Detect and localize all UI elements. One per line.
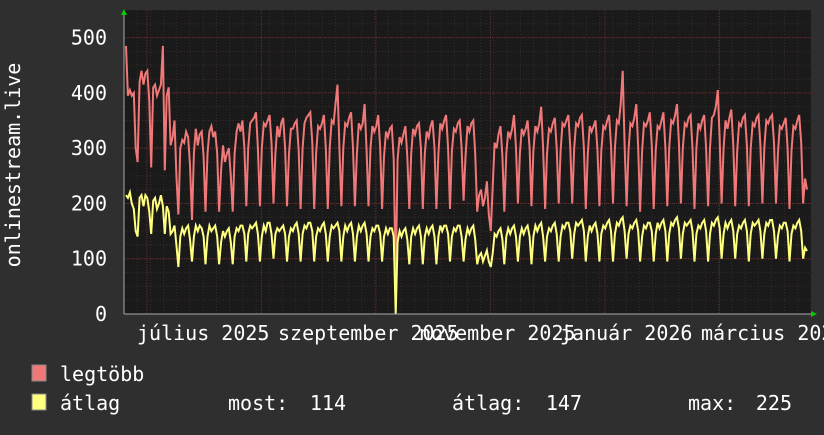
stat-max-value: 225 <box>756 391 792 415</box>
y-tick-label: 200 <box>71 191 107 215</box>
legend-label-max: legtöbb <box>60 362 144 386</box>
stat-avg-label: átlag: <box>452 391 524 415</box>
legend-swatch-max <box>31 364 47 382</box>
y-tick-label: 500 <box>71 26 107 50</box>
x-tick-label: július 2025 <box>137 321 269 345</box>
stat-most-value: 114 <box>310 391 346 415</box>
stat-avg-value: 147 <box>546 391 582 415</box>
chart-canvas: 0 100 200 300 400 500 július 2025 szeptember 2… <box>0 0 824 430</box>
y-axis-label: onlinestream.live <box>1 63 25 268</box>
x-tick-labels: július 2025 szeptember 2025november 2025j… <box>137 321 824 345</box>
y-tick-label: 100 <box>71 247 107 271</box>
y-tick-label: 0 <box>95 302 107 326</box>
x-tick-label: január 2026 <box>560 321 692 345</box>
stat-max-label: max: <box>688 391 736 415</box>
stat-most-label: most: <box>228 391 288 415</box>
y-tick-label: 400 <box>71 81 107 105</box>
y-tick-label: 300 <box>71 136 107 160</box>
x-tick-label: március 2026 <box>701 321 824 345</box>
x-tick-label: november 2025 <box>419 321 576 345</box>
legend-swatch-avg <box>31 393 47 411</box>
legend-label-avg: átlag <box>60 391 120 415</box>
chart-svg: 0 100 200 300 400 500 július 2025 szeptember 2… <box>0 0 824 430</box>
